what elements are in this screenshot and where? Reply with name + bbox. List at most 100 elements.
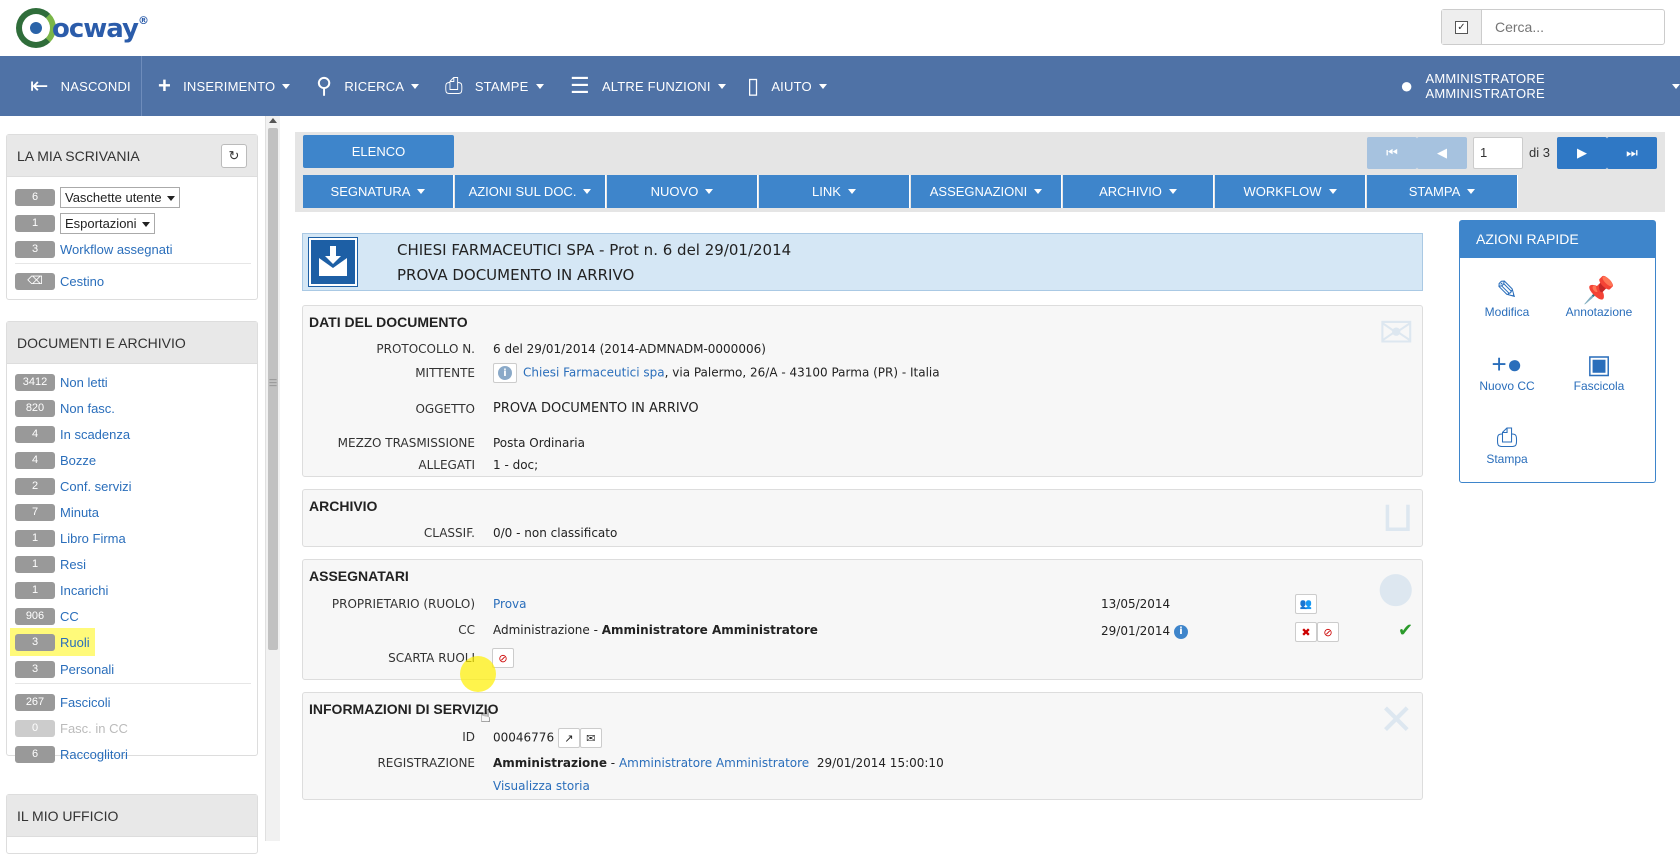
nav-print-menu[interactable]: ⎙ STAMPE xyxy=(445,56,544,116)
link-menu[interactable]: LINK xyxy=(759,175,910,208)
nav-other-menu[interactable]: ☰ ALTRE FUNZIONI xyxy=(570,56,726,116)
chevron-down-icon xyxy=(818,83,827,89)
email-button[interactable]: ✉ xyxy=(579,728,602,748)
new-cc-action[interactable]: +● Nuovo CC xyxy=(1462,349,1552,393)
nav-separator xyxy=(141,56,142,116)
count-badge: 267 xyxy=(15,693,55,711)
scroll-up-icon[interactable] xyxy=(269,118,277,123)
remove-button[interactable]: ✖ xyxy=(1295,622,1317,642)
docs-item[interactable]: 3 Personali xyxy=(15,658,114,680)
nav-user-menu[interactable]: ● AMMINISTRATORE AMMINISTRATORE xyxy=(1400,56,1680,116)
chevron-down-icon xyxy=(1328,189,1337,194)
nuovo-menu[interactable]: NUOVO xyxy=(607,175,758,208)
wrench-icon: ✕ xyxy=(1378,695,1414,744)
azioni-doc-menu[interactable]: AZIONI SUL DOC. xyxy=(455,175,606,208)
users-button[interactable]: 👥 xyxy=(1295,594,1317,614)
stampa-menu[interactable]: STAMPA xyxy=(1367,175,1518,208)
archivio-menu[interactable]: ARCHIVIO xyxy=(1063,175,1214,208)
info-button[interactable]: i xyxy=(493,363,517,383)
docs-item-ruoli-highlighted[interactable]: 3 Ruoli xyxy=(10,628,95,656)
docs-item[interactable]: 267 Fascicoli xyxy=(15,691,111,713)
nav-hide-label: NASCONDI xyxy=(60,78,131,94)
pin-icon: 📌 xyxy=(1582,275,1616,305)
owner-link[interactable]: Prova xyxy=(493,597,527,611)
docs-link[interactable]: Minuta xyxy=(60,505,99,520)
file-action[interactable]: ▣ Fascicola xyxy=(1554,349,1644,393)
protocollo-value: 6 del 29/01/2014 (2014-ADMNADM-0000006) xyxy=(493,342,766,356)
docs-link[interactable]: Personali xyxy=(60,662,114,677)
archive-section: ARCHIVIO ⊔ CLASSIF. 0/0 - non classifica… xyxy=(302,489,1423,547)
share-button[interactable]: ↗ xyxy=(557,728,580,748)
hand-cursor-icon: ☝ xyxy=(480,706,491,727)
docs-item[interactable]: 6 Raccoglitori xyxy=(15,743,128,765)
edit-action[interactable]: ✎ Modifica xyxy=(1462,275,1552,319)
docs-link[interactable]: Raccoglitori xyxy=(60,747,128,762)
assegnazioni-menu[interactable]: ASSEGNAZIONI xyxy=(911,175,1062,208)
docs-item[interactable]: 906 CC xyxy=(15,605,79,627)
toolbar-navigation: ELENCO ⏮ ◀ 1 di 3 ▶ ⏭ xyxy=(295,132,1665,172)
annotation-action[interactable]: 📌 Annotazione xyxy=(1554,275,1644,319)
nav-hide-button[interactable]: ⇤ NASCONDI xyxy=(30,56,131,116)
list-button[interactable]: ELENCO xyxy=(303,135,454,168)
docs-link[interactable]: Libro Firma xyxy=(60,531,126,546)
page-number-input[interactable]: 1 xyxy=(1473,137,1523,169)
docs-link[interactable]: Resi xyxy=(60,557,86,572)
id-value-wrap: 00046776 ↗ ✉ xyxy=(493,728,602,748)
search-checkbox[interactable]: ✓ xyxy=(1442,10,1482,44)
docs-link[interactable]: Ruoli xyxy=(60,635,90,650)
check-icon: ✔ xyxy=(1398,620,1414,641)
docs-item[interactable]: 4 In scadenza xyxy=(15,423,130,445)
docs-link[interactable]: In scadenza xyxy=(60,427,130,442)
count-badge: 4 xyxy=(15,425,55,443)
docs-link[interactable]: CC xyxy=(60,609,79,624)
docs-link[interactable]: Incarichi xyxy=(60,583,108,598)
chevron-down-icon xyxy=(1672,83,1680,89)
nav-search-menu[interactable]: ⚲ RICERCA xyxy=(316,56,420,116)
chevron-down-icon xyxy=(1168,189,1177,194)
reg-value: Amministrazione - Amministratore Amminis… xyxy=(493,756,944,770)
docs-item[interactable]: 820 Non fasc. xyxy=(15,397,115,419)
vaschette-dropdown[interactable]: Vaschette utente xyxy=(60,186,180,208)
docs-link[interactable]: Conf. servizi xyxy=(60,479,132,494)
reg-person-link[interactable]: Amministratore Amministratore xyxy=(619,756,809,770)
menu-label: NUOVO xyxy=(650,184,699,199)
docs-link[interactable]: Bozze xyxy=(60,453,96,468)
edit-icon: ✎ xyxy=(1496,275,1518,305)
esportazioni-dropdown[interactable]: Esportazioni xyxy=(60,212,155,234)
docs-item[interactable]: 2 Conf. servizi xyxy=(15,475,132,497)
chevron-down-icon xyxy=(717,83,726,89)
refresh-button[interactable]: ↻ xyxy=(221,143,247,168)
discard-roles-button[interactable]: ⊘ xyxy=(492,648,514,668)
search-input[interactable] xyxy=(1483,10,1663,44)
next-page-button[interactable]: ▶ xyxy=(1557,137,1607,169)
grip-icon: — — — xyxy=(269,375,277,390)
workflow-menu[interactable]: WORKFLOW xyxy=(1215,175,1366,208)
nav-insert-menu[interactable]: + INSERIMENTO xyxy=(158,56,291,116)
desk-row-trash[interactable]: ⌫ Cestino xyxy=(15,270,104,292)
docs-link[interactable]: Non fasc. xyxy=(60,401,115,416)
docs-item[interactable]: 4 Bozze xyxy=(15,449,96,471)
trash-link[interactable]: Cestino xyxy=(60,274,104,289)
docs-item[interactable]: 3412 Non letti xyxy=(15,371,108,393)
docs-item[interactable]: 1 Incarichi xyxy=(15,579,108,601)
docs-link[interactable]: Fascicoli xyxy=(60,695,111,710)
docs-item[interactable]: 1 Libro Firma xyxy=(15,527,126,549)
docs-link[interactable]: Non letti xyxy=(60,375,108,390)
history-link[interactable]: Visualizza storia xyxy=(493,779,590,793)
docs-item[interactable]: 1 Resi xyxy=(15,553,86,575)
count-badge: 1 xyxy=(15,529,55,547)
count-badge: 1 xyxy=(15,214,55,232)
print-action[interactable]: ⎙ Stampa xyxy=(1462,422,1552,466)
segnatura-menu[interactable]: SEGNATURA xyxy=(303,175,454,208)
docway-logo[interactable]: ocway® xyxy=(16,6,149,50)
workflow-link[interactable]: Workflow assegnati xyxy=(60,242,172,257)
sidebar-scrollbar[interactable]: — — — xyxy=(265,116,280,841)
mittente-link[interactable]: Chiesi Farmaceutici spa xyxy=(523,366,665,380)
chevron-down-icon xyxy=(417,189,426,194)
desk-row-workflow[interactable]: 3 Workflow assegnati xyxy=(15,238,172,260)
nav-help-menu[interactable]: ▯ AIUTO xyxy=(747,56,827,116)
info-icon[interactable]: i xyxy=(1174,624,1188,639)
block-button[interactable]: ⊘ xyxy=(1317,622,1339,642)
last-page-button[interactable]: ⏭ xyxy=(1607,137,1657,169)
docs-item[interactable]: 7 Minuta xyxy=(15,501,99,523)
